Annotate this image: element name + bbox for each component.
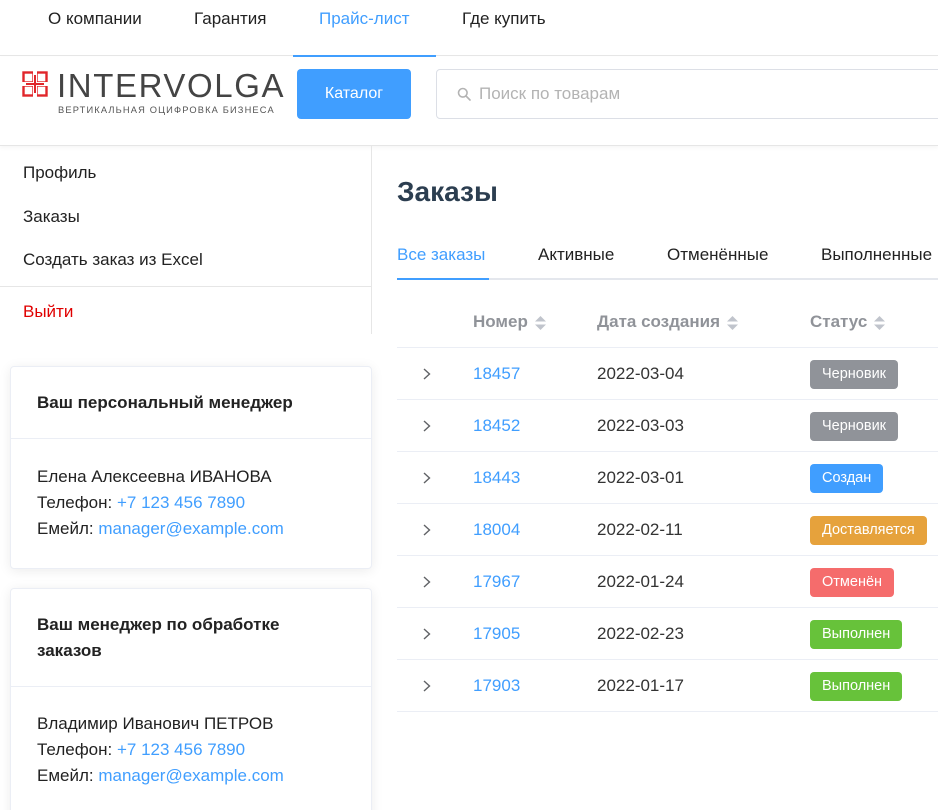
order-number-link[interactable]: 18457 [473, 348, 520, 400]
column-header-status[interactable]: Статус [810, 296, 886, 348]
status-badge: Черновик [810, 360, 899, 389]
column-header-label: Статус [810, 312, 868, 331]
catalog-button[interactable]: Каталог [297, 69, 411, 119]
intervolga-logo-icon [22, 71, 48, 97]
order-manager-card: Ваш менеджер по обработке заказов Владим… [10, 588, 372, 810]
order-tabs: Все заказы Активные Отменённые Выполненн… [397, 236, 938, 280]
chevron-right-icon[interactable] [421, 626, 433, 642]
order-number-link[interactable]: 18452 [473, 400, 520, 452]
logo[interactable]: INTERVOLGA ВЕРТИКАЛЬНАЯ ОЦИФРОВКА БИЗНЕС… [22, 67, 286, 119]
logo-name: INTERVOLGA [57, 67, 286, 104]
table-row[interactable]: 18443 2022-03-01 Создан [397, 452, 938, 504]
order-date: 2022-03-01 [597, 468, 684, 487]
chevron-right-icon[interactable] [421, 470, 433, 486]
search-input[interactable] [479, 70, 929, 118]
active-tab-indicator [397, 278, 489, 280]
page-title: Заказы [397, 176, 498, 207]
card-title: Ваш менеджер по обработке заказов [11, 589, 371, 687]
manager-phone-link[interactable]: +7 123 456 7890 [117, 740, 245, 759]
nav-item-price-list[interactable]: Прайс-лист [293, 0, 435, 57]
nav-item-where-to-buy[interactable]: Где купить [462, 0, 546, 56]
order-date: 2022-03-04 [597, 364, 684, 383]
order-number-link[interactable]: 18443 [473, 452, 520, 504]
order-date: 2022-02-23 [597, 624, 684, 643]
chevron-right-icon[interactable] [421, 574, 433, 590]
manager-email-row: Емейл: manager@example.com [37, 763, 345, 789]
order-number-link[interactable]: 17903 [473, 660, 520, 712]
order-date: 2022-03-03 [597, 416, 684, 435]
order-date: 2022-02-11 [597, 520, 683, 539]
order-date: 2022-01-24 [597, 572, 684, 591]
table-row[interactable]: 18004 2022-02-11 Доставляется [397, 504, 938, 556]
chevron-right-icon[interactable] [421, 678, 433, 694]
manager-email-row: Емейл: manager@example.com [37, 516, 345, 542]
status-badge: Создан [810, 464, 884, 493]
column-header-label: Номер [473, 312, 528, 331]
chevron-right-icon[interactable] [421, 522, 433, 538]
status-badge: Выполнен [810, 672, 903, 701]
table-row[interactable]: 18452 2022-03-03 Черновик [397, 400, 938, 452]
chevron-right-icon[interactable] [421, 418, 433, 434]
sidebar-divider [0, 286, 371, 287]
sidebar-item-profile[interactable]: Профиль [23, 163, 96, 183]
nav-item-about[interactable]: О компании [48, 0, 142, 56]
status-badge: Доставляется [810, 516, 927, 545]
status-badge: Выполнен [810, 620, 903, 649]
status-badge: Отменён [810, 568, 895, 597]
nav-item-warranty[interactable]: Гарантия [194, 0, 267, 56]
phone-label: Телефон: [37, 740, 113, 759]
manager-name: Владимир Иванович ПЕТРОВ [37, 714, 274, 733]
sidebar: Профиль Заказы Создать заказ из Excel Вы… [0, 146, 372, 334]
order-number-link[interactable]: 18004 [473, 504, 520, 556]
column-header-date[interactable]: Дата создания [597, 296, 739, 348]
status-badge: Черновик [810, 412, 899, 441]
manager-phone-row: Телефон: +7 123 456 7890 [37, 490, 345, 516]
card-title-line: заказов [37, 641, 102, 660]
column-header-label: Дата создания [597, 312, 721, 331]
sort-icon[interactable] [726, 314, 739, 332]
email-label: Емейл: [37, 519, 94, 538]
manager-email-link[interactable]: manager@example.com [98, 766, 283, 785]
card-title: Ваш персональный менеджер [11, 367, 371, 439]
manager-name: Елена Алексеевна ИВАНОВА [37, 467, 272, 486]
search-box [436, 69, 938, 119]
personal-manager-card: Ваш персональный менеджер Елена Алексеев… [10, 366, 372, 569]
manager-email-link[interactable]: manager@example.com [98, 519, 283, 538]
card-body: Владимир Иванович ПЕТРОВ Телефон: +7 123… [11, 687, 371, 789]
order-number-link[interactable]: 17967 [473, 556, 520, 608]
tab-active[interactable]: Активные [538, 245, 614, 265]
manager-phone-row: Телефон: +7 123 456 7890 [37, 737, 345, 763]
sidebar-item-orders[interactable]: Заказы [23, 207, 80, 227]
sort-icon[interactable] [534, 314, 547, 332]
table-row[interactable]: 17905 2022-02-23 Выполнен [397, 608, 938, 660]
search-icon [457, 87, 471, 101]
card-title-line: Ваш менеджер по обработке [37, 615, 280, 634]
logout-link[interactable]: Выйти [23, 302, 73, 322]
manager-phone-link[interactable]: +7 123 456 7890 [117, 493, 245, 512]
order-date: 2022-01-17 [597, 676, 684, 695]
site-header: INTERVOLGA ВЕРТИКАЛЬНАЯ ОЦИФРОВКА БИЗНЕС… [0, 57, 938, 146]
column-header-number[interactable]: Номер [473, 296, 547, 348]
email-label: Емейл: [37, 766, 94, 785]
sort-icon[interactable] [873, 314, 886, 332]
logo-tagline: ВЕРТИКАЛЬНАЯ ОЦИФРОВКА БИЗНЕСА [58, 105, 275, 115]
tab-cancelled[interactable]: Отменённые [667, 245, 768, 265]
chevron-right-icon[interactable] [421, 366, 433, 382]
phone-label: Телефон: [37, 493, 113, 512]
table-row[interactable]: 18457 2022-03-04 Черновик [397, 348, 938, 400]
table-row[interactable]: 17903 2022-01-17 Выполнен [397, 660, 938, 712]
card-body: Елена Алексеевна ИВАНОВА Телефон: +7 123… [11, 439, 371, 542]
table-row[interactable]: 17967 2022-01-24 Отменён [397, 556, 938, 608]
order-number-link[interactable]: 17905 [473, 608, 520, 660]
tab-completed[interactable]: Выполненные [821, 245, 932, 265]
tab-all-orders[interactable]: Все заказы [397, 245, 485, 265]
table-header-row: Номер Дата создания Статус [397, 296, 938, 348]
top-navigation: О компании Гарантия Прайс-лист Где купит… [0, 0, 938, 57]
sidebar-item-excel-order[interactable]: Создать заказ из Excel [23, 250, 203, 270]
